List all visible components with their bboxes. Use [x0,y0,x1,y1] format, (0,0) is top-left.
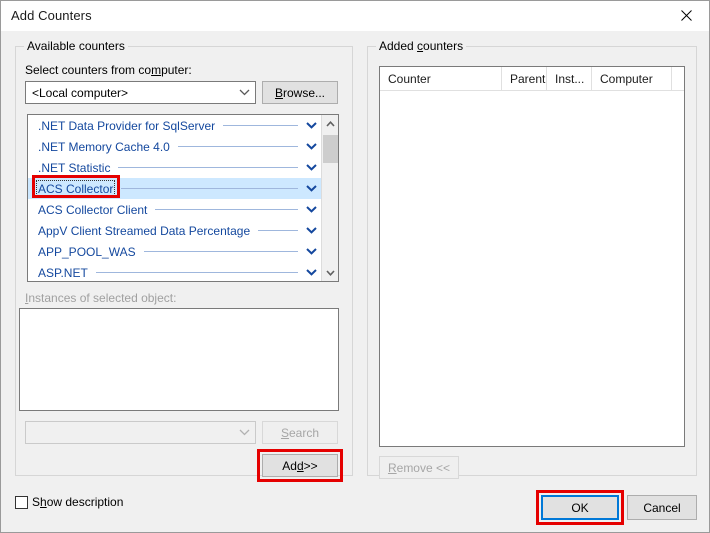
chevron-down-icon[interactable] [306,206,317,213]
added-counters-group-label: Added counters [376,39,467,53]
title-bar: Add Counters [1,1,709,32]
counter-list-item[interactable]: ACS Collector Client [28,199,321,220]
window-title: Add Counters [11,8,92,23]
show-description-label: Show description [32,495,124,509]
counter-name: ACS Collector Client [38,202,148,217]
add-counters-dialog: Add Counters Available counters Select c… [0,0,710,533]
available-counters-group-label: Available counters [24,39,128,53]
show-description-checkbox[interactable]: Show description [15,495,123,509]
chevron-down-icon[interactable] [306,164,317,171]
counter-name: .NET Memory Cache 4.0 [38,139,170,154]
column-header[interactable]: Parent [502,67,547,90]
counter-list-item[interactable]: .NET Memory Cache 4.0 [28,136,321,157]
counter-rule-line [118,167,298,168]
browse-button[interactable]: Browse... [262,81,338,104]
chevron-down-icon[interactable] [306,269,317,276]
counter-name: ACS Collector [35,179,116,198]
counter-list-item[interactable]: ASP.NET [28,262,321,281]
available-counters-list[interactable]: .NET Data Provider for SqlServer .NET Mem… [27,114,339,282]
chevron-down-icon [325,269,335,276]
column-header[interactable]: Computer [592,67,672,90]
search-button[interactable]: Search [262,421,338,444]
counter-list-item[interactable]: APP_POOL_WAS [28,241,321,262]
counter-name: APP_POOL_WAS [38,244,136,259]
close-button[interactable] [663,1,709,30]
counter-list-item[interactable]: ACS Collector [28,178,321,199]
cancel-button[interactable]: Cancel [627,495,697,520]
counter-list-item[interactable]: .NET Data Provider for SqlServer [28,115,321,136]
instances-label: Instances of selected object: [25,291,177,305]
counter-rule-line [143,251,298,252]
counter-rule-line [177,146,298,147]
counter-name: .NET Data Provider for SqlServer [38,118,216,133]
scrollbar-thumb[interactable] [323,135,338,163]
scroll-down-button[interactable] [322,264,338,281]
counter-rule-line [223,125,298,126]
counter-name: ASP.NET [38,265,88,280]
counter-rule-line [155,209,298,210]
ok-button[interactable]: OK [541,495,619,520]
checkbox-indicator [15,495,28,509]
added-counters-listview[interactable]: Counter Parent Inst... Computer [379,66,685,447]
add-button[interactable]: Ad d >> [262,454,338,477]
counter-name: .NET Statistic [38,160,111,175]
column-header[interactable]: Inst... [547,67,592,90]
chevron-down-icon [233,429,255,436]
instances-list[interactable] [19,308,339,411]
scroll-up-button[interactable] [322,115,338,132]
chevron-down-icon[interactable] [306,248,317,255]
chevron-up-icon [325,120,335,127]
counter-list-scrollbar[interactable] [321,115,338,281]
computer-combo[interactable]: <Local computer> [25,81,256,104]
counter-rule-line [121,188,298,189]
counter-rule-line [258,230,298,231]
counter-list-item[interactable]: .NET Statistic [28,157,321,178]
chevron-down-icon [233,89,255,96]
remove-button[interactable]: Remove << [379,456,459,479]
counter-name: AppV Client Streamed Data Percentage [38,223,251,238]
chevron-down-icon[interactable] [306,122,317,129]
counter-rows: .NET Data Provider for SqlServer .NET Mem… [28,115,321,281]
column-header[interactable]: Counter [380,67,502,90]
chevron-down-icon[interactable] [306,227,317,234]
instance-search-combo[interactable] [25,421,256,444]
close-x-icon [680,10,692,21]
added-counters-header: Counter Parent Inst... Computer [380,67,684,91]
computer-combo-value: <Local computer> [32,85,129,100]
chevron-down-icon[interactable] [306,143,317,150]
select-computer-label: Select counters from computer: [25,63,192,77]
counter-list-item[interactable]: AppV Client Streamed Data Percentage [28,220,321,241]
chevron-down-icon[interactable] [306,185,317,192]
counter-rule-line [95,272,298,273]
